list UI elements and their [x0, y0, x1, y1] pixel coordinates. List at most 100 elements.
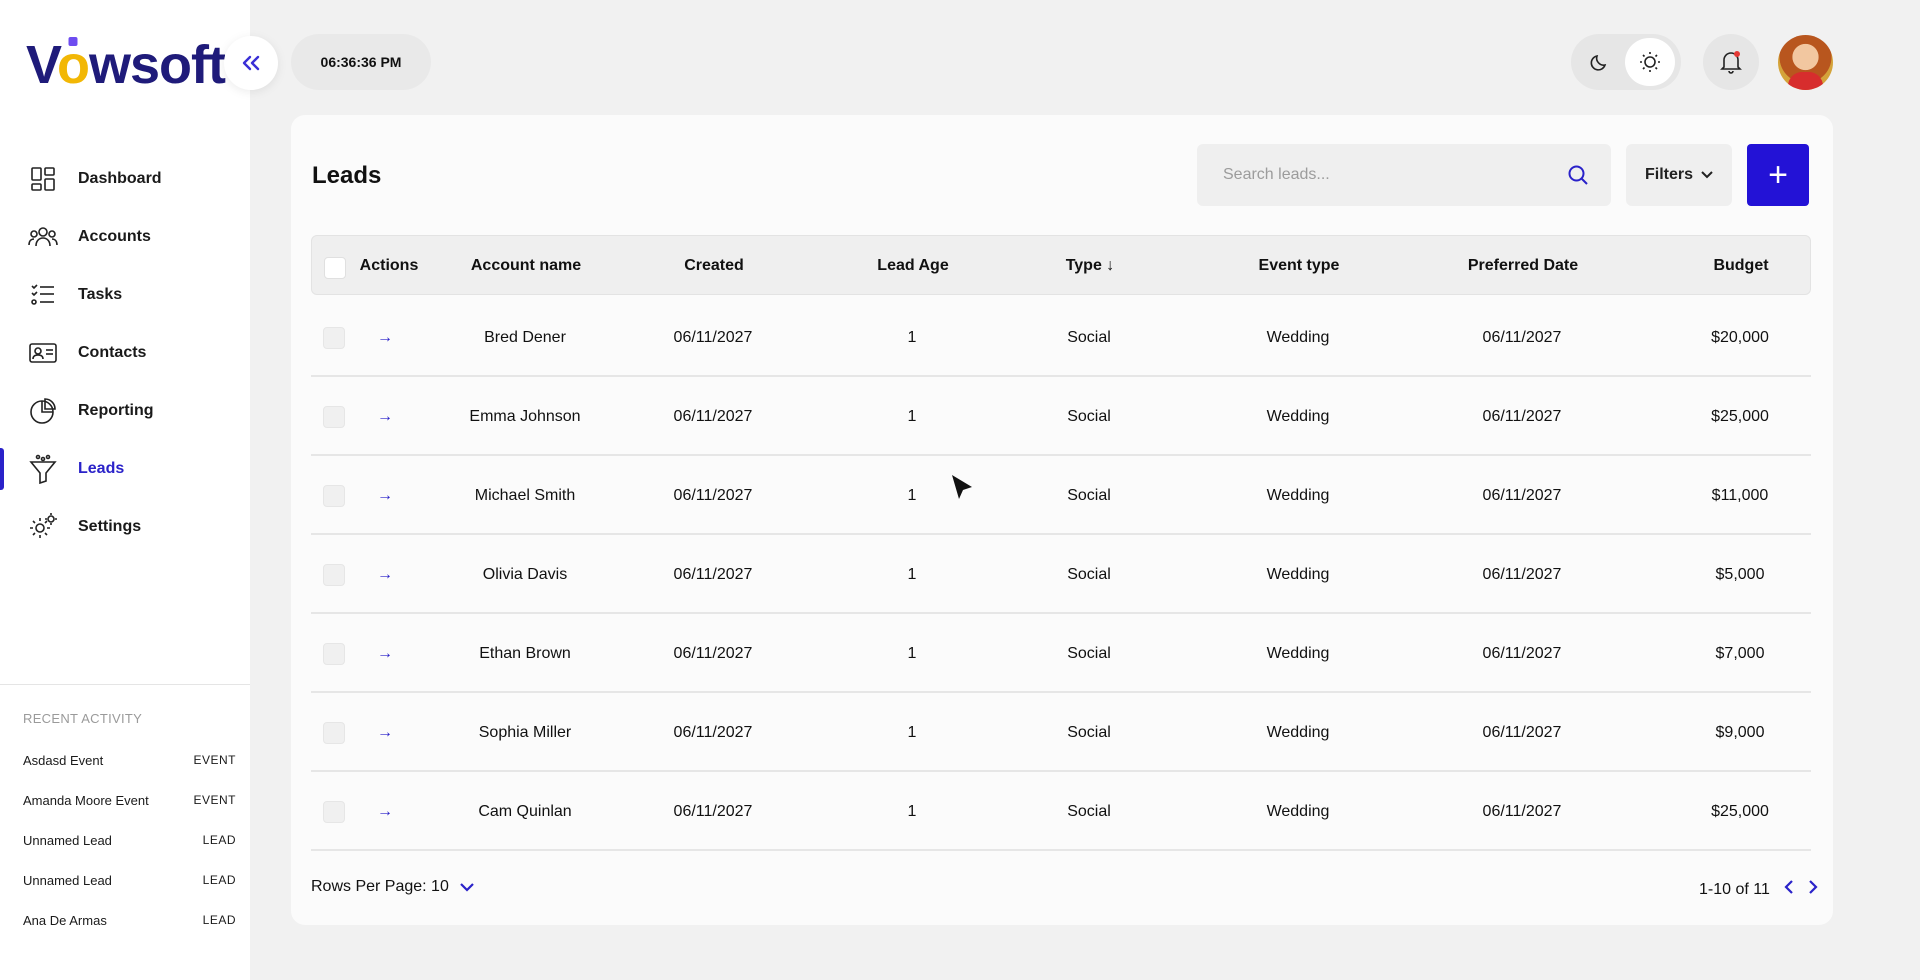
- cell-created: 06/11/2027: [673, 486, 753, 504]
- recent-activity-item[interactable]: Ana De Armas LEAD: [23, 900, 236, 940]
- row-checkbox[interactable]: [323, 643, 345, 665]
- pagination: 1-10 of 11: [1699, 878, 1818, 901]
- rows-per-page-selector[interactable]: Rows Per Page: 10: [311, 878, 475, 896]
- previous-page-button[interactable]: [1784, 878, 1794, 901]
- recent-activity-item[interactable]: Unnamed Lead LEAD: [23, 860, 236, 900]
- open-lead-arrow-icon[interactable]: →: [377, 535, 393, 614]
- notifications-button[interactable]: [1703, 34, 1759, 90]
- cell-preferred-date: 06/11/2027: [1482, 565, 1562, 583]
- open-lead-arrow-icon[interactable]: →: [377, 377, 393, 456]
- table-row[interactable]: → Olivia Davis 06/11/2027 1 Social Weddi…: [311, 535, 1811, 614]
- add-lead-button[interactable]: +: [1747, 144, 1809, 206]
- sidebar-item-reporting[interactable]: Reporting: [0, 382, 250, 440]
- cell-account-name[interactable]: Bred Dener: [484, 298, 566, 377]
- table-row[interactable]: → Emma Johnson 06/11/2027 1 Social Weddi…: [311, 377, 1811, 456]
- table-row[interactable]: → Cam Quinlan 06/11/2027 1 Social Weddin…: [311, 772, 1811, 851]
- row-checkbox[interactable]: [323, 485, 345, 507]
- table-row[interactable]: → Bred Dener 06/11/2027 1 Social Wedding…: [311, 298, 1811, 377]
- cell-account-name[interactable]: Michael Smith: [475, 456, 575, 535]
- vowsoft-logo[interactable]: Vo wsoft: [26, 34, 226, 96]
- cell-event-type: Wedding: [1266, 328, 1330, 346]
- search-box[interactable]: [1197, 144, 1611, 206]
- cell-account-name[interactable]: Ethan Brown: [479, 614, 571, 693]
- chevron-down-icon: [460, 883, 474, 892]
- cell-preferred-date: 06/11/2027: [1482, 802, 1562, 820]
- column-account-name[interactable]: Account name: [471, 236, 581, 296]
- cell-preferred-date: 06/11/2027: [1482, 486, 1562, 504]
- cell-type: Social: [1067, 565, 1111, 583]
- sidebar-item-tasks[interactable]: Tasks: [0, 266, 250, 324]
- cell-type: Social: [1067, 328, 1111, 346]
- sidebar-item-settings[interactable]: Settings: [0, 498, 250, 556]
- column-preferred-date[interactable]: Preferred Date: [1468, 236, 1578, 296]
- column-lead-age[interactable]: Lead Age: [877, 236, 948, 296]
- cell-account-name[interactable]: Olivia Davis: [483, 535, 567, 614]
- sidebar-item-accounts[interactable]: Accounts: [0, 208, 250, 266]
- search-icon[interactable]: [1567, 164, 1589, 186]
- chevron-left-icon: [1784, 880, 1793, 894]
- table-row[interactable]: → Michael Smith 06/11/2027 1 Social Wedd…: [311, 456, 1811, 535]
- column-event-type[interactable]: Event type: [1259, 236, 1340, 296]
- cell-event-type: Wedding: [1266, 407, 1330, 425]
- cell-lead-age: 1: [907, 328, 917, 346]
- cell-lead-age: 1: [907, 723, 917, 741]
- search-input[interactable]: [1223, 166, 1543, 184]
- cell-account-name[interactable]: Cam Quinlan: [478, 772, 571, 851]
- cell-lead-age: 1: [907, 644, 917, 662]
- table-header: Actions Account name Created Lead Age Ty…: [311, 235, 1811, 295]
- sort-down-icon: ↓: [1106, 257, 1115, 274]
- sidebar-item-contacts[interactable]: Contacts: [0, 324, 250, 382]
- cell-account-name[interactable]: Emma Johnson: [469, 377, 580, 456]
- column-budget[interactable]: Budget: [1713, 236, 1768, 296]
- row-checkbox[interactable]: [323, 327, 345, 349]
- cell-budget: $7,000: [1715, 644, 1765, 662]
- cell-lead-age: 1: [907, 407, 917, 425]
- recent-item-type: EVENT: [193, 793, 236, 807]
- sidebar-item-dashboard[interactable]: Dashboard: [0, 150, 250, 208]
- pagination-range: 1-10 of 11: [1699, 880, 1770, 898]
- open-lead-arrow-icon[interactable]: →: [377, 298, 393, 377]
- recent-activity-item[interactable]: Amanda Moore Event EVENT: [23, 780, 236, 820]
- mouse-cursor-icon: [952, 475, 972, 499]
- recent-item-name: Asdasd Event: [23, 752, 104, 768]
- cell-budget: $11,000: [1711, 486, 1769, 504]
- row-checkbox[interactable]: [323, 801, 345, 823]
- row-checkbox[interactable]: [323, 722, 345, 744]
- sidebar-item-label: Dashboard: [78, 170, 162, 187]
- cell-lead-age: 1: [907, 486, 917, 504]
- cell-created: 06/11/2027: [673, 802, 753, 820]
- column-type[interactable]: Type ↓: [1066, 236, 1115, 296]
- recent-activity-title: RECENT ACTIVITY: [23, 711, 143, 726]
- pie-chart-icon: [28, 396, 58, 426]
- filters-button[interactable]: Filters: [1626, 144, 1732, 206]
- open-lead-arrow-icon[interactable]: →: [377, 693, 393, 772]
- dashboard-icon: [28, 164, 58, 194]
- column-created[interactable]: Created: [684, 236, 744, 296]
- light-mode-option[interactable]: [1625, 38, 1675, 86]
- double-chevron-left-icon: [242, 55, 260, 71]
- row-checkbox[interactable]: [323, 406, 345, 428]
- recent-activity-item[interactable]: Unnamed Lead LEAD: [23, 820, 236, 860]
- table-row[interactable]: → Ethan Brown 06/11/2027 1 Social Weddin…: [311, 614, 1811, 693]
- dark-mode-option[interactable]: [1575, 38, 1625, 86]
- gear-icon: [28, 512, 58, 542]
- recent-activity-item[interactable]: Asdasd Event EVENT: [23, 740, 236, 780]
- cell-budget: $25,000: [1711, 802, 1769, 820]
- cell-account-name[interactable]: Sophia Miller: [479, 693, 571, 772]
- select-all-checkbox[interactable]: [324, 257, 346, 279]
- theme-toggle[interactable]: [1571, 34, 1681, 90]
- collapse-sidebar-button[interactable]: [224, 36, 278, 90]
- open-lead-arrow-icon[interactable]: →: [377, 456, 393, 535]
- rows-per-page-label: Rows Per Page: 10: [311, 878, 449, 895]
- row-checkbox[interactable]: [323, 564, 345, 586]
- cell-created: 06/11/2027: [673, 328, 753, 346]
- open-lead-arrow-icon[interactable]: →: [377, 614, 393, 693]
- next-page-button[interactable]: [1808, 878, 1818, 901]
- sidebar-item-leads[interactable]: Leads: [0, 440, 250, 498]
- open-lead-arrow-icon[interactable]: →: [377, 772, 393, 851]
- cell-event-type: Wedding: [1266, 565, 1330, 583]
- logo-text-rest: wsoft: [89, 35, 226, 95]
- table-row[interactable]: → Sophia Miller 06/11/2027 1 Social Wedd…: [311, 693, 1811, 772]
- cell-preferred-date: 06/11/2027: [1482, 328, 1562, 346]
- user-avatar[interactable]: [1778, 35, 1833, 90]
